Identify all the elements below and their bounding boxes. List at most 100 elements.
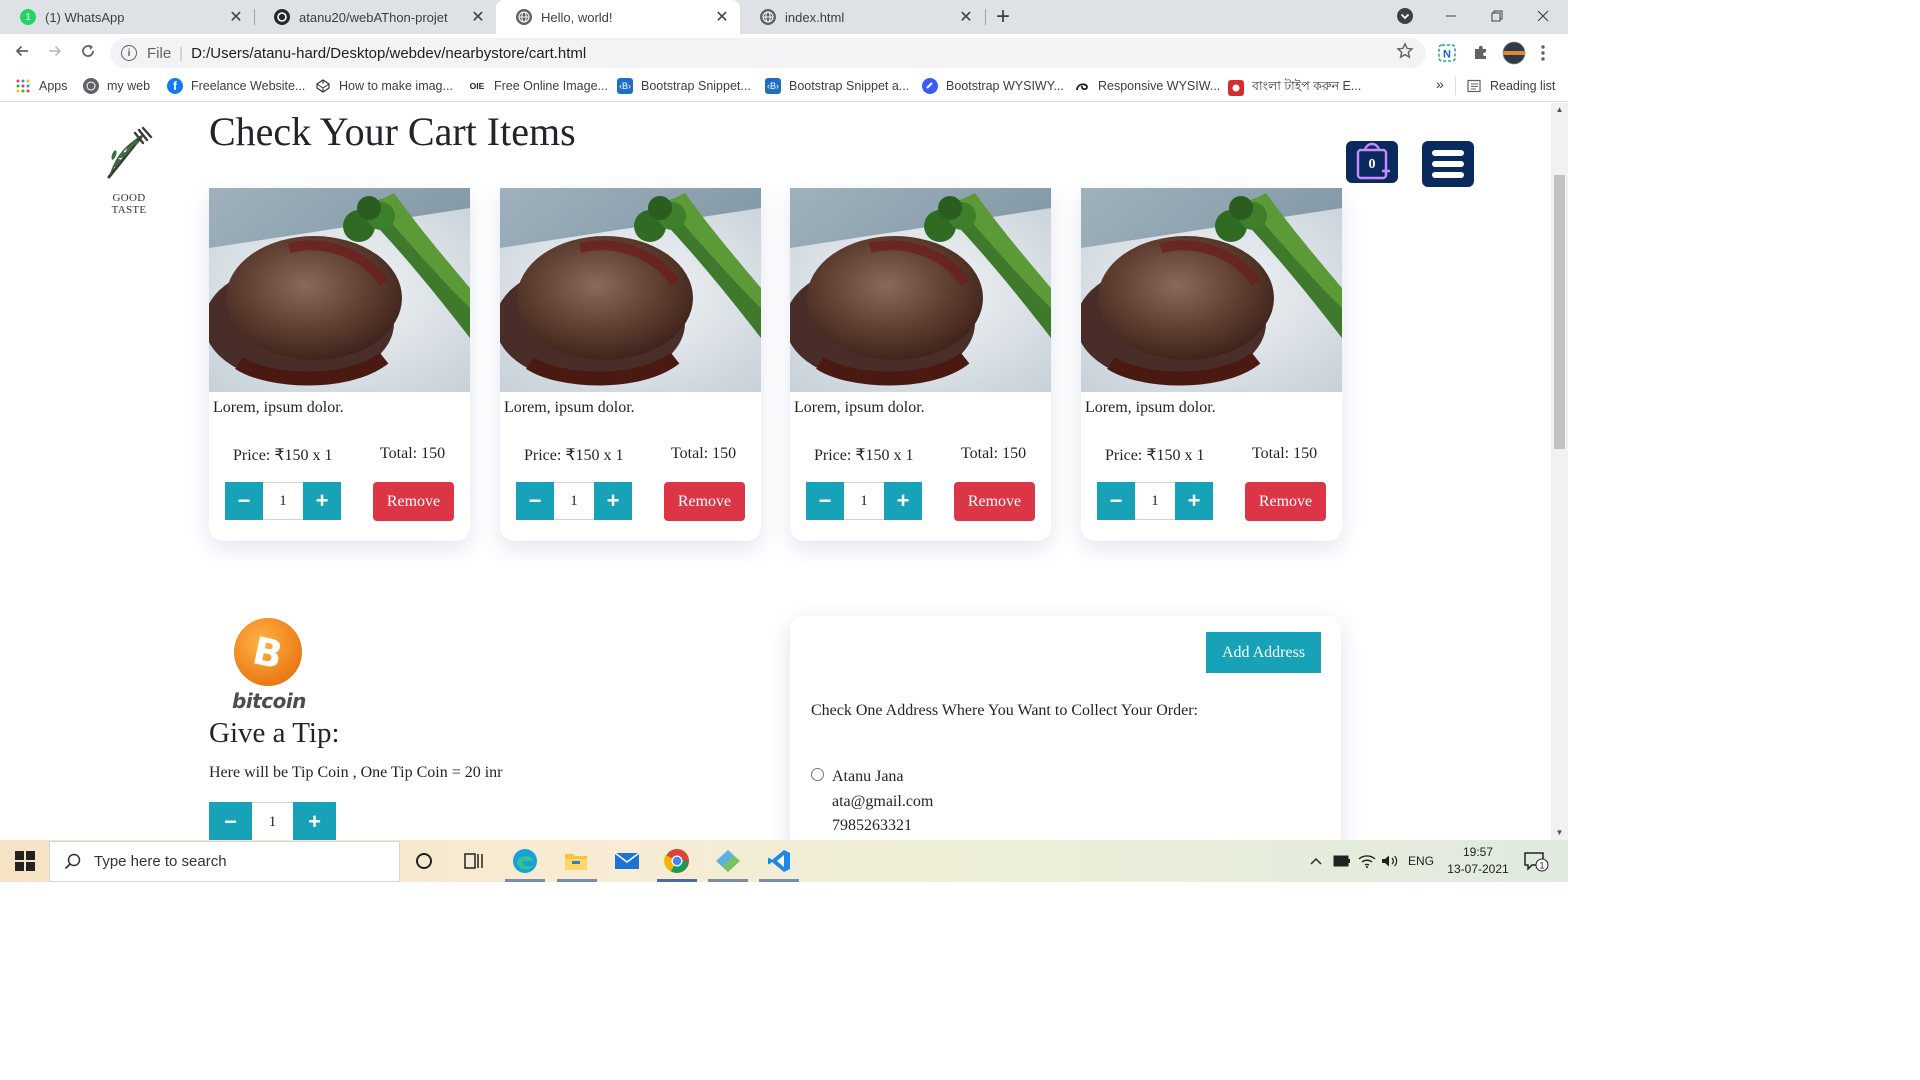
tab-hello-world[interactable]: Hello, world! ✕ <box>496 0 740 34</box>
chrome-icon[interactable] <box>664 848 690 874</box>
wifi-icon[interactable] <box>1358 840 1376 882</box>
quantity-input[interactable]: 1 <box>844 482 884 520</box>
scrollbar-thumb[interactable] <box>1554 175 1565 449</box>
notification-center-icon[interactable]: 1 <box>1523 840 1549 882</box>
remove-button[interactable]: Remove <box>373 482 454 521</box>
good-taste-logo[interactable]: GOOD TASTE <box>96 125 162 216</box>
tip-quantity-input[interactable]: 1 <box>252 802 293 840</box>
remove-button[interactable]: Remove <box>954 482 1035 521</box>
item-total: Total: 150 <box>961 445 1027 462</box>
taskbar-search-box[interactable]: Type here to search <box>49 841 400 882</box>
extension-n-icon[interactable]: N <box>1438 44 1456 67</box>
bookmark-apps[interactable]: Apps <box>15 78 68 94</box>
more-menu-icon[interactable] <box>1540 44 1546 67</box>
address-name: Atanu Jana <box>832 768 904 785</box>
tab-title: Hello, world! <box>541 9 613 25</box>
vscode-icon[interactable] <box>766 848 792 874</box>
item-total: Total: 150 <box>1252 445 1318 462</box>
browser-toolbar: i File | D:/Users/atanu-hard/Desktop/web… <box>0 34 1568 72</box>
address-phone: 7985263321 <box>832 817 912 834</box>
forward-arrow-icon[interactable] <box>44 42 66 65</box>
tip-quantity-stepper: − 1 + <box>209 802 336 840</box>
bookmark-freelance[interactable]: f Freelance Website... <box>167 78 305 94</box>
bookmark-bootstrap-wysiwyg[interactable]: Bootstrap WYSIWY... <box>922 78 1064 94</box>
close-tab-icon[interactable]: ✕ <box>714 7 730 27</box>
item-price: Price: ₹150 x 1 <box>524 447 624 464</box>
restore-icon[interactable] <box>1490 0 1504 32</box>
decrease-tip-button[interactable]: − <box>209 802 252 840</box>
windows-taskbar: Type here to search ENG 19:57 13-07-2021… <box>0 840 1568 882</box>
task-view-icon[interactable] <box>461 848 487 874</box>
scroll-down-icon[interactable]: ▼ <box>1551 826 1568 840</box>
profile-avatar[interactable] <box>1502 41 1526 70</box>
url-text[interactable]: D:/Users/atanu-hard/Desktop/webdev/nearb… <box>191 45 586 62</box>
bookmark-free-online-image[interactable]: OIE Free Online Image... <box>468 78 608 94</box>
remove-button[interactable]: Remove <box>1245 482 1326 521</box>
quantity-input[interactable]: 1 <box>1135 482 1175 520</box>
tab-github[interactable]: atanu20/webAThon-projet ✕ <box>254 0 496 34</box>
cart-button[interactable]: 0 <box>1346 141 1398 183</box>
increase-quantity-button[interactable]: + <box>884 482 922 520</box>
bookmarks-overflow-icon[interactable]: » <box>1436 76 1444 92</box>
tab-index-html[interactable]: index.html ✕ <box>740 0 984 34</box>
bookmark-star-icon[interactable] <box>1396 41 1414 65</box>
mail-icon[interactable] <box>614 848 640 874</box>
increase-tip-button[interactable]: + <box>293 802 336 840</box>
hamburger-menu-button[interactable] <box>1422 141 1474 187</box>
volume-icon[interactable] <box>1381 840 1399 882</box>
increase-quantity-button[interactable]: + <box>303 482 341 520</box>
bookmark-bootstrap-snippet-1[interactable]: ‹B› Bootstrap Snippet... <box>617 78 751 94</box>
taskbar-search-placeholder: Type here to search <box>94 853 227 870</box>
site-info-icon[interactable]: i <box>121 45 137 61</box>
minimize-icon[interactable] <box>1444 0 1458 32</box>
reload-icon[interactable] <box>77 42 99 65</box>
page-scrollbar[interactable]: ▲ ▼ <box>1551 103 1568 840</box>
bookmark-bootstrap-snippet-2[interactable]: ‹B› Bootstrap Snippet a... <box>765 78 909 94</box>
scroll-up-icon[interactable]: ▲ <box>1551 103 1568 117</box>
address-prompt: Check One Address Where You Want to Coll… <box>811 702 1198 719</box>
quantity-input[interactable]: 1 <box>263 482 303 520</box>
remove-button[interactable]: Remove <box>664 482 745 521</box>
language-indicator[interactable]: ENG <box>1408 840 1434 882</box>
cortana-icon[interactable] <box>411 848 437 874</box>
steak-dish-image <box>1081 188 1342 392</box>
git-app-icon[interactable] <box>715 848 741 874</box>
bookmark-my-web[interactable]: my web <box>83 78 150 94</box>
address-radio[interactable] <box>811 768 824 781</box>
address-option[interactable]: Atanu Jana ata@gmail.com 7985263321 <box>832 765 933 839</box>
window-close-icon[interactable] <box>1536 0 1550 32</box>
tab-search-icon[interactable] <box>1396 0 1414 32</box>
back-arrow-icon[interactable] <box>11 42 33 65</box>
new-tab-button[interactable]: + <box>996 3 1010 31</box>
bookmark-responsive-wysiwyg[interactable]: Responsive WYSIW... <box>1074 78 1220 94</box>
item-price: Price: ₹150 x 1 <box>233 447 333 464</box>
decrease-quantity-button[interactable]: − <box>516 482 554 520</box>
bookmark-how-to-make[interactable]: How to make imag... <box>315 78 453 94</box>
reading-list-button[interactable]: Reading list <box>1466 78 1555 94</box>
increase-quantity-button[interactable]: + <box>1175 482 1213 520</box>
bitcoin-icon: B <box>234 618 302 686</box>
close-tab-icon[interactable]: ✕ <box>470 7 486 27</box>
windows-start-icon[interactable] <box>12 848 38 874</box>
battery-icon[interactable] <box>1333 840 1351 882</box>
close-tab-icon[interactable]: ✕ <box>958 7 974 27</box>
close-tab-icon[interactable]: ✕ <box>228 7 244 27</box>
decrease-quantity-button[interactable]: − <box>806 482 844 520</box>
add-address-button[interactable]: Add Address <box>1206 632 1321 673</box>
show-hidden-icons-icon[interactable] <box>1309 840 1323 882</box>
clock[interactable]: 19:57 13-07-2021 <box>1445 840 1511 882</box>
file-explorer-icon[interactable] <box>563 848 589 874</box>
tip-description: Here will be Tip Coin , One Tip Coin = 2… <box>209 764 503 781</box>
decrease-quantity-button[interactable]: − <box>1097 482 1135 520</box>
edge-icon[interactable] <box>512 848 538 874</box>
decrease-quantity-button[interactable]: − <box>225 482 263 520</box>
tab-whatsapp[interactable]: 1 (1) WhatsApp ✕ <box>0 0 254 34</box>
extensions-puzzle-icon[interactable] <box>1472 44 1490 67</box>
item-total: Total: 150 <box>380 445 446 462</box>
address-bar[interactable]: i File | D:/Users/atanu-hard/Desktop/web… <box>110 38 1426 68</box>
quantity-input[interactable]: 1 <box>554 482 594 520</box>
bookmark-bengali-typing[interactable]: বাংলা টাইপ করুন E... <box>1228 78 1361 98</box>
increase-quantity-button[interactable]: + <box>594 482 632 520</box>
quantity-stepper: − 1 + <box>806 482 922 520</box>
fork-herb-icon <box>107 126 153 179</box>
